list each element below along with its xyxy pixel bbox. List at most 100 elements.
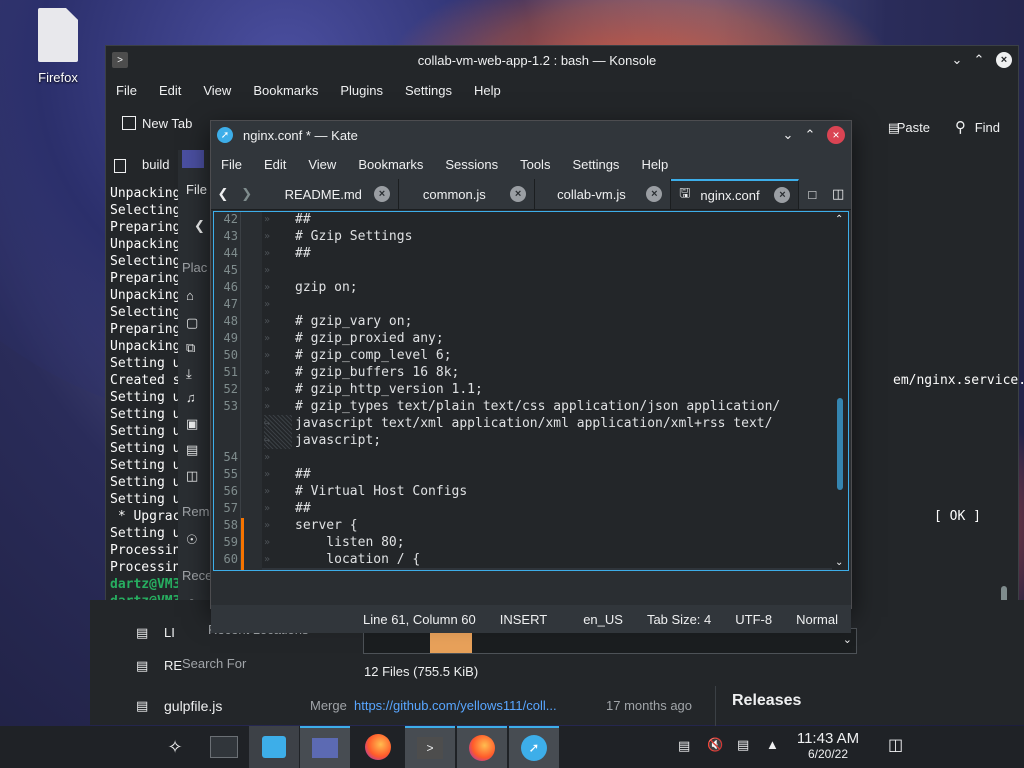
indent-marker-icon: » bbox=[264, 248, 271, 259]
taskbar-system-settings[interactable] bbox=[199, 726, 249, 768]
desktop-icon-firefox[interactable]: Firefox bbox=[30, 8, 86, 85]
scroll-thumb[interactable] bbox=[837, 398, 843, 490]
home-icon[interactable]: ⌂ bbox=[186, 288, 194, 303]
taskbar-konsole[interactable]: > bbox=[405, 726, 455, 768]
cursor-position[interactable]: Line 61, Column 60 bbox=[363, 612, 476, 627]
row-name-gulpfile[interactable]: gulpfile.js bbox=[164, 698, 222, 714]
code-line: ## bbox=[295, 467, 311, 482]
close-tab-icon[interactable]: × bbox=[373, 186, 390, 202]
scroll-down-arrow[interactable]: ⌄ bbox=[843, 633, 852, 646]
tab-size[interactable]: Tab Size: 4 bbox=[647, 612, 711, 627]
kate-menu-tools[interactable]: Tools bbox=[520, 157, 550, 172]
kate-maximize-button[interactable]: ⌃ bbox=[799, 124, 821, 146]
close-tab-icon[interactable]: × bbox=[646, 186, 663, 202]
back-icon[interactable]: ❮ bbox=[194, 218, 205, 234]
music-icon[interactable]: ♫ bbox=[186, 390, 196, 405]
network-tray-icon[interactable]: ▤ bbox=[737, 737, 749, 753]
paste-button[interactable]: Paste bbox=[897, 120, 930, 135]
taskbar-dolphin[interactable] bbox=[300, 726, 350, 768]
taskbar-firefox[interactable] bbox=[353, 726, 403, 768]
kate-window: ➚ nginx.conf * — Kate ⌄ ⌃ × File Edit Vi… bbox=[210, 120, 852, 633]
menu-plugins[interactable]: Plugins bbox=[340, 83, 383, 98]
taskbar-firefox-2[interactable] bbox=[457, 726, 507, 768]
row-commit-link[interactable]: https://github.com/yellows111/coll... bbox=[354, 698, 557, 713]
search-for-label[interactable]: Search For bbox=[182, 656, 246, 671]
kate-menu-sessions[interactable]: Sessions bbox=[445, 157, 498, 172]
row-name-re[interactable]: RE bbox=[164, 658, 182, 673]
kate-close-button[interactable]: × bbox=[827, 126, 845, 144]
kate-menu-bookmarks[interactable]: Bookmarks bbox=[358, 157, 423, 172]
konsole-scrollbar[interactable] bbox=[998, 186, 1010, 606]
trash-icon[interactable]: ◫ bbox=[186, 468, 198, 484]
expand-tray-icon[interactable]: ▲ bbox=[766, 737, 779, 752]
pictures-icon[interactable]: ▣ bbox=[186, 416, 198, 432]
documents-icon[interactable]: ⧉ bbox=[186, 340, 195, 356]
file-encoding[interactable]: UTF-8 bbox=[735, 612, 772, 627]
minimize-button[interactable]: ⌄ bbox=[946, 49, 968, 71]
network-icon[interactable]: ☉ bbox=[186, 532, 198, 548]
tab-collab-vm-js[interactable]: collab-vm.js × bbox=[535, 179, 672, 209]
close-button[interactable]: × bbox=[996, 52, 1012, 68]
terminal-line: Setting u bbox=[110, 492, 181, 507]
show-desktop-icon[interactable]: ◫ bbox=[888, 735, 903, 755]
file-icon-re: ▤ bbox=[136, 658, 149, 673]
tab-readme[interactable]: README.md × bbox=[259, 179, 399, 209]
row-name-li[interactable]: LI bbox=[164, 625, 175, 640]
menu-file[interactable]: File bbox=[116, 83, 137, 98]
find-button[interactable]: Find bbox=[975, 120, 1000, 135]
app-launcher-icon[interactable]: ✧ bbox=[150, 726, 200, 768]
tab-back-arrow[interactable]: ❮ bbox=[211, 179, 235, 209]
tab-forward-arrow[interactable]: ❯ bbox=[235, 179, 259, 209]
desktop-folder-icon[interactable]: ▢ bbox=[186, 315, 198, 331]
close-tab-icon[interactable]: × bbox=[774, 187, 791, 203]
kate-app-icon: ➚ bbox=[217, 127, 233, 143]
split-view-icon[interactable]: ◫ bbox=[825, 179, 851, 209]
code-line: # Virtual Host Configs bbox=[295, 484, 468, 499]
kate-menu-help[interactable]: Help bbox=[641, 157, 668, 172]
indent-marker-icon: » bbox=[264, 299, 271, 310]
maximize-button[interactable]: ⌃ bbox=[968, 49, 990, 71]
terminal-output[interactable]: Unpacking Selecting Preparing Unpacking Sele… bbox=[110, 185, 180, 610]
scroll-up-arrow[interactable]: ⌃ bbox=[835, 214, 843, 225]
kate-minimize-button[interactable]: ⌄ bbox=[777, 124, 799, 146]
indent-marker-icon: » bbox=[264, 333, 271, 344]
dictionary-language[interactable]: en_US bbox=[583, 612, 623, 627]
dolphin-side-label-places: Plac bbox=[182, 260, 208, 275]
kate-menu-view[interactable]: View bbox=[308, 157, 336, 172]
editor-scrollbar[interactable]: ⌃ ⌄ bbox=[834, 212, 846, 570]
releases-heading[interactable]: Releases bbox=[732, 692, 801, 710]
gutter-divider bbox=[240, 212, 241, 570]
input-mode[interactable]: INSERT bbox=[500, 612, 547, 627]
syntax-mode[interactable]: Normal bbox=[796, 612, 838, 627]
taskbar-kate[interactable]: ➚ bbox=[509, 726, 559, 768]
menu-settings[interactable]: Settings bbox=[405, 83, 452, 98]
new-tab-button[interactable]: New Tab bbox=[142, 116, 192, 131]
tab-common-js[interactable]: common.js × bbox=[399, 179, 536, 209]
tab-nginx-conf[interactable]: 🖫 nginx.conf × bbox=[671, 179, 800, 209]
taskbar-discover[interactable] bbox=[249, 726, 299, 768]
downloads-icon[interactable]: ⤓ bbox=[186, 366, 192, 382]
menu-view[interactable]: View bbox=[203, 83, 231, 98]
menu-bookmarks[interactable]: Bookmarks bbox=[253, 83, 318, 98]
clipboard-tray-icon[interactable]: ▤ bbox=[678, 738, 690, 754]
videos-icon[interactable]: ▤ bbox=[186, 442, 198, 458]
line-number: 52 bbox=[223, 382, 238, 396]
dolphin-side-label-recent: Rece bbox=[182, 568, 213, 583]
close-tab-icon[interactable]: × bbox=[510, 186, 527, 202]
new-document-icon[interactable]: □ bbox=[799, 179, 825, 209]
menu-edit[interactable]: Edit bbox=[159, 83, 181, 98]
line-number: 55 bbox=[223, 467, 238, 481]
indent-marker-icon: » bbox=[264, 231, 271, 242]
scroll-down-arrow[interactable]: ⌄ bbox=[835, 557, 843, 568]
kate-menu-file[interactable]: File bbox=[221, 157, 242, 172]
menu-help[interactable]: Help bbox=[474, 83, 501, 98]
tab-label: nginx.conf bbox=[700, 187, 760, 203]
divider bbox=[715, 686, 716, 726]
code-editor[interactable]: 42 » ## 43 » # Gzip Settings 44 » ## 45 » 46 » gzip o… bbox=[213, 211, 849, 571]
kate-menu-edit[interactable]: Edit bbox=[264, 157, 286, 172]
kate-menu-settings[interactable]: Settings bbox=[572, 157, 619, 172]
line-number: 47 bbox=[223, 297, 238, 311]
clock[interactable]: 11:43 AM 6/20/22 bbox=[790, 730, 866, 761]
konsole-tab-build[interactable]: build bbox=[114, 157, 169, 173]
volume-muted-icon[interactable]: 🔇 bbox=[707, 737, 723, 753]
